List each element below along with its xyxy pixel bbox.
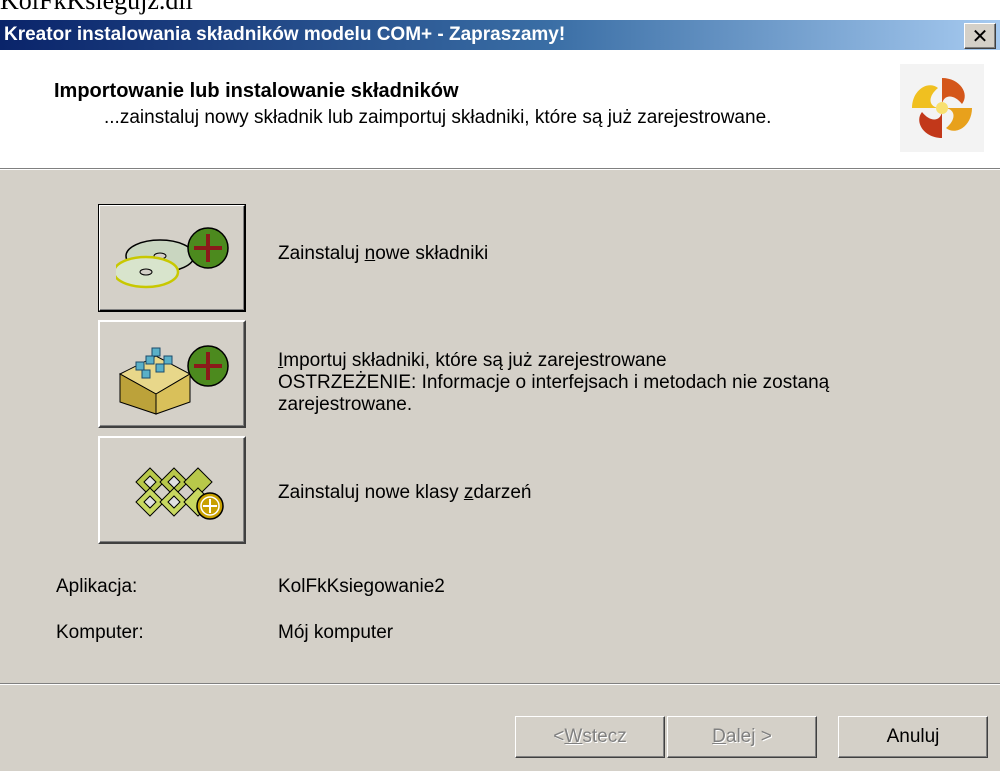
background-window-text: KolFkKsiegujz.dll	[0, 0, 193, 15]
footer-separator	[0, 683, 1000, 685]
wizard-header: Importowanie lub instalowanie składników…	[0, 50, 1000, 168]
application-value: KolFkKsiegowanie2	[278, 576, 445, 597]
header-separator	[0, 168, 1000, 170]
install-components-cd-icon	[116, 227, 229, 289]
application-label: Aplikacja:	[56, 576, 138, 597]
import-warning-text: OSTRZEŻENIE: Informacje o interfejsach i…	[278, 372, 830, 415]
import-components-button[interactable]	[98, 320, 246, 428]
close-button[interactable]: ✕	[964, 23, 996, 49]
import-components-label: Importuj składniki, które są już zarejes…	[278, 350, 928, 416]
next-button[interactable]: Dalej >	[667, 716, 817, 758]
com-plus-wizard-logo-icon	[900, 64, 984, 152]
computer-value: Mój komputer	[278, 622, 394, 643]
cancel-button[interactable]: Anuluj	[838, 716, 988, 758]
header-subtitle: ...zainstaluj nowy składnik lub zaimport…	[104, 107, 772, 128]
install-event-classes-label: Zainstaluj nowe klasy zdarzeń	[278, 482, 532, 503]
close-icon: ✕	[971, 24, 989, 48]
title-bar[interactable]: Kreator instalowania składników modelu C…	[0, 20, 1000, 50]
wizard-window: Kreator instalowania składników modelu C…	[0, 20, 1000, 771]
header-title: Importowanie lub instalowanie składników	[54, 80, 459, 102]
back-button[interactable]: < Wstecz	[515, 716, 665, 758]
install-new-components-button[interactable]	[98, 204, 246, 312]
import-components-box-icon	[118, 345, 229, 415]
install-event-classes-button[interactable]	[98, 436, 246, 544]
computer-label: Komputer:	[56, 622, 144, 643]
window-title: Kreator instalowania składników modelu C…	[4, 24, 566, 45]
install-event-classes-icon	[135, 467, 224, 520]
install-new-components-label: Zainstaluj nowe składniki	[278, 243, 489, 264]
